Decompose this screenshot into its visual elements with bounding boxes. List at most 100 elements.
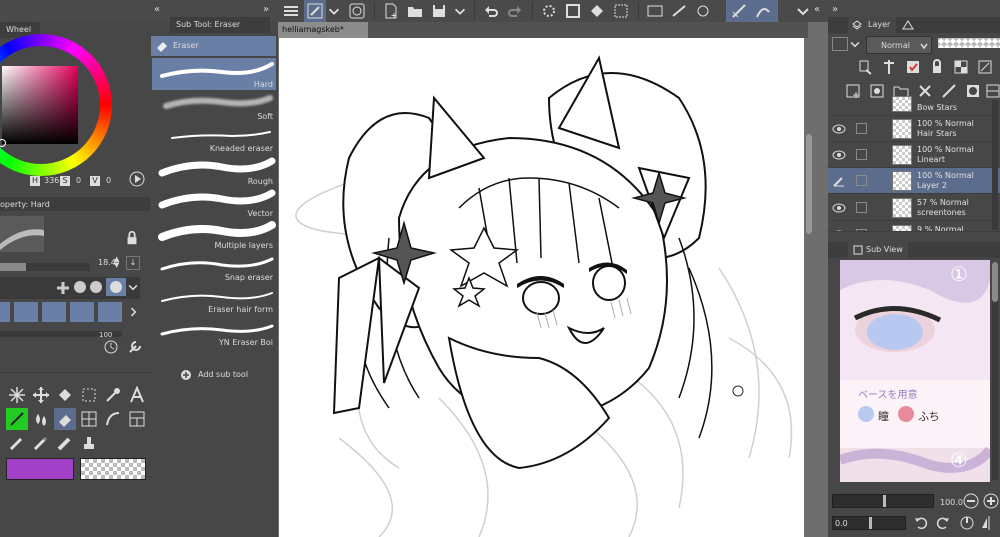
main-color-swatch[interactable] — [6, 458, 74, 480]
chevron-down-icon[interactable] — [326, 0, 342, 22]
opacity-checker[interactable] — [938, 38, 1000, 48]
layer-checkbox[interactable] — [856, 229, 867, 231]
tip-circle-1[interactable] — [74, 281, 86, 293]
wrench-icon[interactable] — [124, 336, 146, 358]
brush-size-slider[interactable] — [0, 263, 90, 271]
new-file-icon[interactable] — [380, 0, 402, 22]
panel-collapse-icon[interactable]: « — [814, 4, 820, 15]
sub-tool-item[interactable]: Soft — [152, 90, 276, 122]
curve-icon[interactable] — [752, 0, 774, 22]
eraser-tool-icon[interactable] — [54, 408, 76, 430]
blend-tool-icon[interactable] — [6, 408, 28, 430]
layer-color-swatch[interactable] — [832, 37, 848, 51]
clear-icon[interactable] — [562, 0, 584, 22]
spiral-icon[interactable] — [346, 0, 368, 22]
eye-icon[interactable] — [832, 229, 846, 232]
menu-icon[interactable] — [280, 0, 302, 22]
layer-tool-9-icon[interactable] — [914, 80, 936, 102]
brush-tool-icon[interactable] — [54, 432, 76, 454]
stamp-tool-icon[interactable] — [78, 432, 100, 454]
play-icon[interactable] — [126, 168, 148, 190]
marquee-tool-icon[interactable] — [78, 384, 100, 406]
transform-icon[interactable] — [610, 0, 632, 22]
sub-tool-item[interactable]: Snap eraser — [152, 251, 276, 283]
layout-tool-icon[interactable] — [126, 408, 148, 430]
rotate-right-icon[interactable] — [934, 514, 952, 532]
stepper-icon[interactable]: ▲ ▼ — [114, 256, 119, 269]
collapse-left-icon[interactable]: « — [154, 4, 160, 15]
sub-tool-item[interactable]: Hard — [152, 58, 276, 90]
layer-checkbox[interactable] — [856, 123, 867, 134]
eyedropper-tool-icon[interactable] — [102, 384, 124, 406]
layer-row[interactable]: Bow Stars — [828, 96, 1000, 116]
canvas-vertical-scrollbar[interactable] — [804, 38, 828, 537]
open-folder-icon[interactable] — [404, 0, 426, 22]
eye-icon[interactable] — [832, 202, 846, 214]
curve-tool-icon[interactable] — [102, 408, 124, 430]
draw-mode-icon[interactable] — [304, 0, 326, 22]
tip-circle-selected[interactable] — [106, 278, 126, 296]
layer-row[interactable]: 100 % Normal Hair Stars — [828, 116, 1000, 142]
download-icon[interactable]: ↓ — [126, 256, 140, 270]
layer-row[interactable]: 9 % Normal — [828, 222, 1000, 232]
loading-icon[interactable] — [538, 0, 560, 22]
undo-icon[interactable] — [480, 0, 502, 22]
text-tool-icon[interactable] — [126, 384, 148, 406]
angle-field[interactable]: 0.0 — [832, 516, 906, 530]
scrollbar-thumb[interactable] — [806, 134, 812, 234]
zoom-slider[interactable] — [832, 494, 934, 508]
chevron-down-icon[interactable] — [452, 0, 468, 22]
lock-icon[interactable] — [124, 230, 140, 246]
fill-tool-icon[interactable] — [54, 384, 76, 406]
preset-5[interactable] — [98, 302, 122, 322]
chevron-down-icon[interactable] — [126, 278, 140, 296]
preset-1[interactable] — [0, 302, 10, 322]
preset-3[interactable] — [42, 302, 66, 322]
rotate-left-icon[interactable] — [912, 514, 930, 532]
reset-icon[interactable] — [100, 336, 122, 358]
sub-tool-tab[interactable]: Sub Tool: Eraser — [170, 17, 270, 33]
layer-tool-6-icon[interactable] — [974, 56, 996, 78]
sub-view-image[interactable]: ① ベースを用意 瞳 ふち ④ — [840, 260, 990, 482]
stabilizer-icon[interactable] — [728, 0, 750, 22]
sub-tool-item[interactable]: Multiple layers — [152, 219, 276, 251]
preset-4[interactable] — [70, 302, 94, 322]
pen-tool-icon[interactable] — [6, 432, 28, 454]
layer-tool-2-icon[interactable] — [878, 56, 900, 78]
layer-checkbox[interactable] — [856, 175, 867, 186]
drops-tool-icon[interactable] — [30, 408, 52, 430]
new-raster-layer-icon[interactable] — [842, 80, 864, 102]
layer-mask-icon[interactable] — [962, 80, 984, 102]
tool-property-tab[interactable]: operty: Hard — [0, 200, 50, 209]
pencil-tool-icon[interactable] — [30, 432, 52, 454]
canvas-tab[interactable]: helliamagskeb* — [278, 22, 368, 38]
pen-icon[interactable] — [832, 175, 846, 187]
eye-icon[interactable] — [832, 149, 846, 161]
layer-property-icon[interactable] — [902, 20, 914, 30]
layer-row[interactable]: 100 % Normal Layer 2 — [828, 168, 1000, 194]
collapse-right-icon[interactable]: » — [263, 4, 269, 15]
fill-icon[interactable] — [586, 0, 608, 22]
drawing-canvas[interactable] — [279, 38, 804, 537]
sub-tool-item[interactable]: Eraser hair form — [152, 283, 276, 315]
ruler-icon[interactable] — [692, 0, 714, 22]
layer-tool-10-icon[interactable] — [938, 80, 960, 102]
zoom-out-icon[interactable] — [962, 492, 980, 510]
layer-list-scrollbar[interactable] — [992, 100, 998, 230]
eraser-group-header[interactable]: Eraser — [151, 36, 276, 56]
chevron-down-icon[interactable] — [792, 0, 814, 22]
redo-icon[interactable] — [504, 0, 526, 22]
sub-tool-item[interactable]: Vector — [152, 187, 276, 219]
chevron-right-icon[interactable] — [126, 302, 140, 322]
color-square[interactable] — [2, 66, 78, 144]
layer-row[interactable]: 57 % Normal screentones — [828, 195, 1000, 221]
tip-circle-2[interactable] — [90, 281, 102, 293]
tip-cross-icon[interactable] — [56, 280, 70, 294]
reset-rotation-icon[interactable] — [958, 514, 976, 532]
sub-tool-item[interactable]: YN Eraser Boi — [152, 316, 276, 348]
select-icon[interactable] — [644, 0, 666, 22]
eye-icon[interactable] — [832, 123, 846, 135]
zoom-in-icon[interactable] — [982, 492, 1000, 510]
transparent-color-swatch[interactable] — [80, 458, 146, 480]
blend-mode-select[interactable]: Normal — [866, 36, 932, 54]
